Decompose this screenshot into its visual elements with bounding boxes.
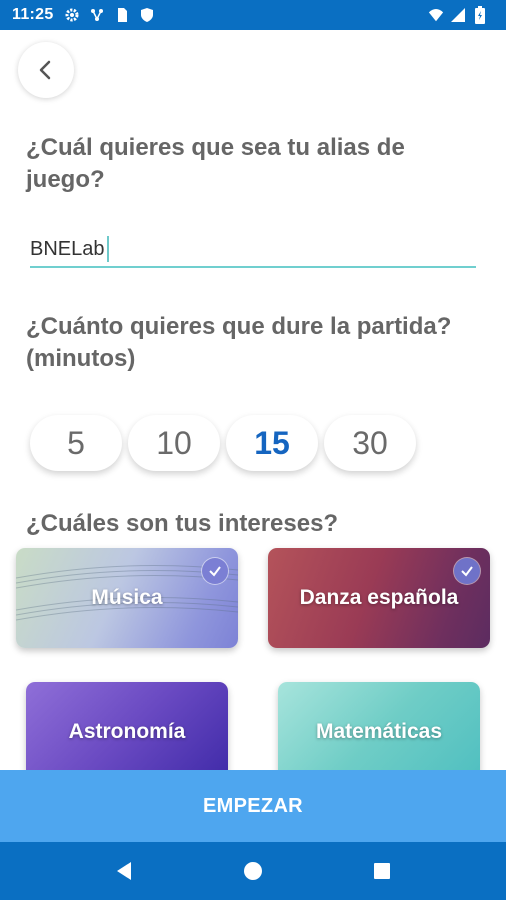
back-button[interactable] [18, 42, 74, 98]
text-caret [107, 236, 109, 262]
network-icon [89, 7, 105, 23]
nav-home-button[interactable] [233, 851, 273, 891]
back-triangle-icon [117, 862, 132, 880]
interests-question: ¿Cuáles son tus intereses? [26, 510, 339, 537]
duration-option-10[interactable]: 10 [128, 415, 220, 471]
gear-icon [64, 7, 80, 23]
interest-label: Música [91, 586, 163, 609]
interest-label: Astronomía [68, 720, 186, 743]
wifi-icon [428, 7, 444, 23]
navigation-bar [0, 842, 506, 900]
start-button[interactable]: EMPEZAR [0, 770, 506, 842]
duration-option-5[interactable]: 5 [30, 415, 122, 471]
check-icon [454, 558, 480, 584]
signal-icon [450, 7, 466, 23]
interest-card-danza-espanola[interactable]: Danza española [268, 548, 490, 648]
recents-square-icon [373, 863, 390, 879]
duration-option-30[interactable]: 30 [324, 415, 416, 471]
duration-options: 5 10 15 30 [30, 415, 422, 471]
alias-input[interactable] [30, 232, 476, 268]
battery-icon [472, 6, 488, 24]
sim-card-icon [114, 7, 130, 23]
duration-question: ¿Cuánto quieres que dure la partida? (mi… [26, 313, 452, 372]
interest-card-matematicas[interactable]: Matemáticas [278, 682, 480, 782]
duration-option-15[interactable]: 15 [226, 415, 318, 471]
chevron-left-icon [39, 60, 51, 80]
nav-recents-button[interactable] [362, 851, 402, 891]
interest-card-astronomia[interactable]: Astronomía [26, 682, 228, 782]
shield-icon [139, 7, 155, 23]
home-circle-icon [243, 862, 262, 880]
interest-label: Matemáticas [315, 720, 443, 743]
status-time: 11:25 [12, 6, 54, 23]
status-bar: 11:25 [0, 0, 506, 30]
alias-question: ¿Cuál quieres que sea tu alias de juego? [26, 134, 405, 193]
interest-card-musica[interactable]: Música [16, 548, 238, 648]
check-icon [202, 558, 228, 584]
nav-back-button[interactable] [104, 851, 144, 891]
interest-label: Danza española [299, 586, 459, 609]
